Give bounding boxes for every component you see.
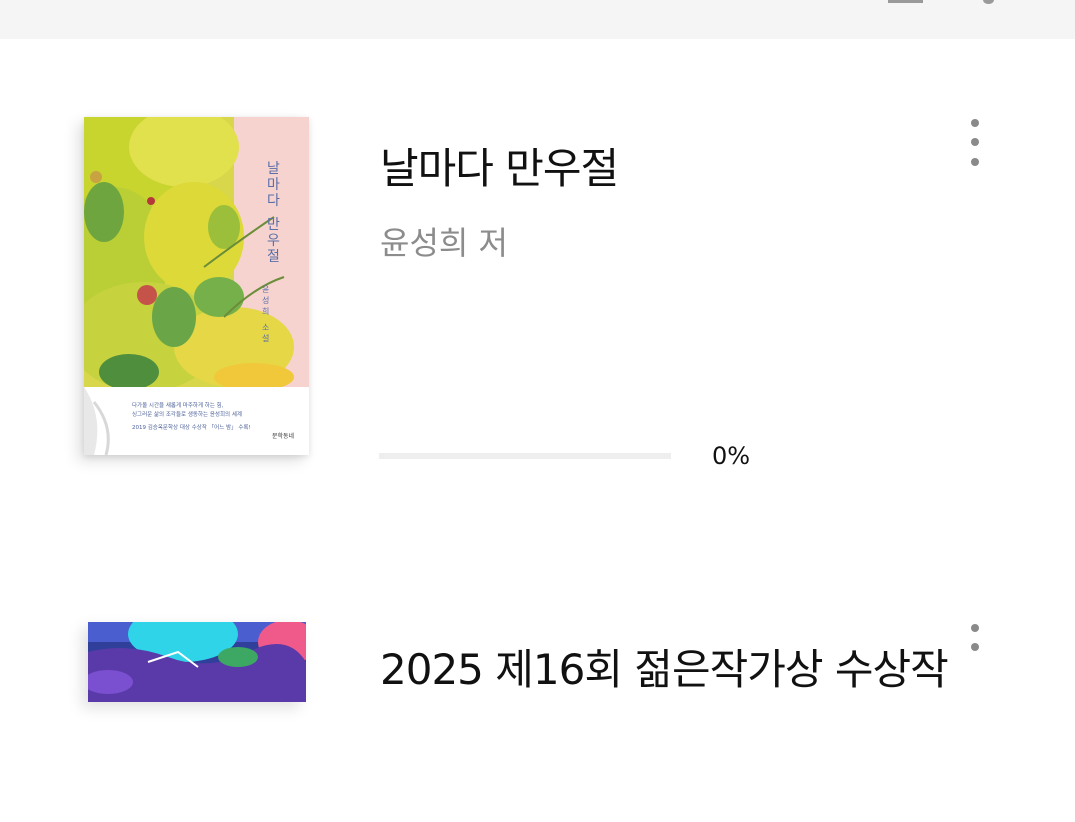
svg-text:설: 설: [262, 333, 269, 343]
reading-progress-label: 0%: [712, 442, 751, 470]
top-toolbar: [0, 0, 1075, 39]
cover-blurb-line2: 싱그러운 삶의 조각들로 생동하는 윤성희의 세계: [132, 410, 242, 418]
more-options-button[interactable]: [960, 622, 990, 678]
book-title[interactable]: 날마다 만우절: [380, 135, 619, 196]
book-cover-illustration: [88, 622, 306, 702]
more-options-button[interactable]: [960, 117, 990, 173]
toolbar-menu-icon[interactable]: [888, 0, 923, 3]
cover-award-line: 2019 김승옥문학상 대상 수상작 「어느 밤」 수록!: [132, 423, 251, 431]
book-author: 윤성희 저: [380, 224, 508, 262]
toolbar-more-icon[interactable]: [983, 0, 994, 4]
cover-blurb-line1: 다가올 시간을 새롭게 마주하게 하는 힘,: [132, 401, 224, 409]
svg-text:소: 소: [262, 323, 269, 332]
svg-text:다: 다: [267, 193, 280, 209]
book-cover-illustration: 날 마 다 만 우 절 윤 성 희 소 설 다가올 시간을 새롭게 마주하게 하…: [84, 117, 309, 455]
svg-text:만: 만: [267, 217, 280, 233]
more-dot-icon: [971, 643, 979, 651]
book-cover[interactable]: 날 마 다 만 우 절 윤 성 희 소 설 다가올 시간을 새롭게 마주하게 하…: [84, 117, 309, 455]
svg-text:마: 마: [267, 177, 280, 193]
cover-vertical-title-1: 날: [267, 161, 280, 177]
more-dot-icon: [971, 624, 979, 632]
more-dot-icon: [971, 119, 979, 127]
book-cover[interactable]: [88, 622, 306, 702]
svg-text:윤: 윤: [262, 285, 269, 294]
book-list-item[interactable]: 2025 제16회 젊은작가상 수상작: [0, 622, 1075, 822]
book-title[interactable]: 2025 제16회 젊은작가상 수상작: [380, 636, 949, 697]
svg-text:우: 우: [267, 233, 280, 249]
more-dot-icon: [971, 138, 979, 146]
book-list-item[interactable]: 날 마 다 만 우 절 윤 성 희 소 설 다가올 시간을 새롭게 마주하게 하…: [0, 117, 1075, 477]
svg-text:성: 성: [262, 296, 269, 305]
more-dot-icon: [971, 158, 979, 166]
svg-text:희: 희: [262, 306, 269, 316]
reading-progress-bar: [379, 453, 671, 459]
svg-text:절: 절: [267, 249, 280, 265]
cover-publisher: 문학동네: [272, 432, 294, 440]
